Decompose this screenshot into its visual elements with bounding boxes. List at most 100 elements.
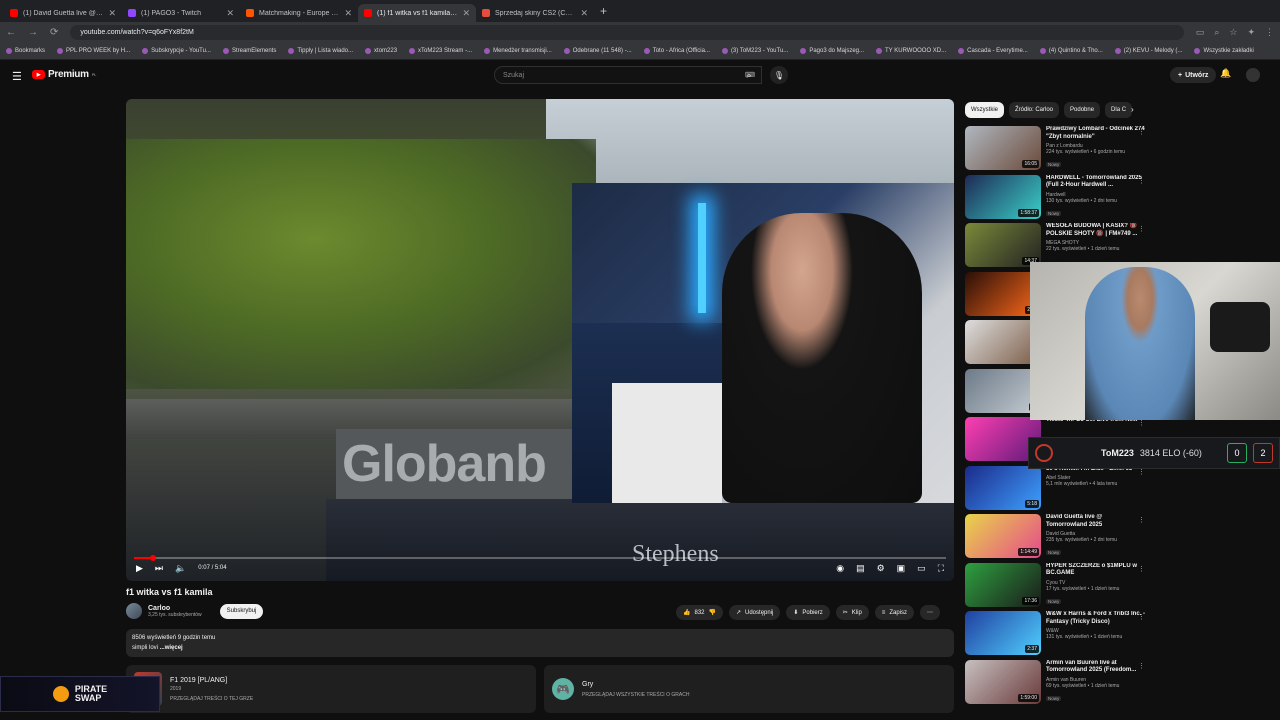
reco-title[interactable]: W&W x Harris & Ford x Tribl3 Inc. - Fant… bbox=[1046, 611, 1145, 626]
tab-close-icon[interactable]: ✕ bbox=[226, 8, 234, 19]
gaming-card[interactable]: 🎮 Gry PRZEGLĄDAJ WSZYSTKIE TREŚCI O GRAC… bbox=[544, 665, 954, 713]
bookmark-item[interactable]: PPL PRO WEEK by H... bbox=[57, 48, 130, 54]
cast-icon[interactable]: ▭ bbox=[1196, 27, 1205, 38]
bookmark-item[interactable]: StreamElements bbox=[222, 48, 276, 54]
bookmark-item[interactable]: xToM223 Stream -... bbox=[409, 48, 472, 54]
play-icon[interactable]: ▶ bbox=[136, 563, 143, 574]
reco-thumbnail[interactable]: 2:37 bbox=[965, 611, 1041, 655]
reco-title[interactable]: Armin van Buuren live at Tomorrowland 20… bbox=[1046, 660, 1145, 675]
bookmark-item[interactable]: Menedżer transmisji... bbox=[484, 48, 552, 54]
reco-item[interactable]: 5:18 80's Remix: I'm Blue - Eiffel 65Abel… bbox=[965, 465, 1145, 515]
reco-item[interactable]: 16:05 Prawdziwy Lombard - Odcinek 274 "Zb… bbox=[965, 126, 1145, 175]
reco-title[interactable]: WESOŁA BUDOWA | KASIX? 🔞 POLSKIE SHOTY 🔞… bbox=[1046, 223, 1145, 238]
notifications-icon[interactable]: 🔔 bbox=[1220, 68, 1231, 79]
theater-icon[interactable]: ▭ bbox=[917, 563, 926, 574]
bookmark-item[interactable]: Odebrane (11 548) -... bbox=[563, 48, 632, 54]
fullscreen-icon[interactable]: ⛶ bbox=[938, 563, 944, 574]
mic-button[interactable]: 🎙 bbox=[770, 66, 788, 84]
more-button[interactable]: ⋯ bbox=[919, 605, 940, 620]
filter-chip[interactable]: Podobne bbox=[1064, 102, 1101, 118]
forward-icon[interactable]: → bbox=[28, 27, 38, 38]
channel-name[interactable]: Carloo bbox=[148, 605, 202, 612]
bookmark-item[interactable]: (3) ToM223 - YouTu... bbox=[721, 48, 788, 54]
url-field[interactable]: youtube.com/watch?v=q6oFYx8f2tM bbox=[70, 25, 1184, 40]
reco-menu-icon[interactable]: ⋮ bbox=[1138, 516, 1145, 524]
bookmark-item[interactable]: Pago3 do Majszeg... bbox=[800, 48, 864, 54]
browser-tab[interactable]: Sprzedaj skiny CS2 (CSGO) | N ✕ bbox=[476, 4, 594, 22]
miniplayer-icon[interactable]: ▣ bbox=[897, 563, 906, 574]
bookmark-item[interactable]: (2) KEVU - Melody (... bbox=[1114, 48, 1182, 54]
reco-menu-icon[interactable]: ⋮ bbox=[1138, 177, 1145, 185]
bookmark-item[interactable]: Toto - Africa (Officia... bbox=[643, 48, 710, 54]
next-icon[interactable]: ⏭ bbox=[155, 563, 163, 574]
download-button[interactable]: ⬇ Pobierz bbox=[786, 605, 830, 620]
chevron-right-icon[interactable]: › bbox=[1131, 105, 1134, 114]
bookmark-item[interactable]: TY KURWOOOO XD... bbox=[876, 48, 946, 54]
subscribe-button[interactable]: Subskrybuj bbox=[219, 603, 264, 619]
bookmark-item[interactable]: Tipply | Lista wiado... bbox=[288, 48, 353, 54]
dislike-icon[interactable]: 👎 bbox=[709, 609, 716, 616]
reco-menu-icon[interactable]: ⋮ bbox=[1138, 662, 1145, 670]
save-button[interactable]: ≡ Zapisz bbox=[874, 605, 914, 620]
reco-item[interactable]: 17:36 HYPER SZCZERZE o $1MPLU w BC.GAME Cy… bbox=[965, 562, 1145, 612]
yt-logo[interactable]: ▶ Premium PL bbox=[32, 69, 96, 80]
menu-icon[interactable]: ⋮ bbox=[1265, 27, 1274, 38]
description-more[interactable]: ...więcej bbox=[160, 645, 183, 651]
description-box[interactable]: 8506 wyświetleń 9 godzin temu simpli lov… bbox=[126, 629, 954, 657]
reco-item[interactable]: 1:58:37 HARDWELL - Tomorrowland 2025 (Ful… bbox=[965, 174, 1145, 224]
tab-close-icon[interactable]: ✕ bbox=[462, 8, 470, 19]
star-icon[interactable]: ☆ bbox=[1229, 27, 1237, 38]
bookmark-item[interactable]: Subskrypcje - YouTu... bbox=[142, 48, 211, 54]
bookmark-item[interactable]: xtom223 bbox=[365, 48, 397, 54]
reco-thumbnail[interactable]: 14:37 bbox=[965, 223, 1041, 267]
volume-icon[interactable]: 🔈 bbox=[175, 563, 186, 574]
search-button[interactable]: ⌕ bbox=[736, 66, 762, 84]
hamburger-icon[interactable]: ☰ bbox=[12, 70, 22, 83]
filter-chip[interactable]: Dla C bbox=[1105, 102, 1133, 118]
reco-thumbnail[interactable]: 16:05 bbox=[965, 126, 1041, 170]
back-icon[interactable]: ← bbox=[6, 27, 16, 38]
new-tab-icon[interactable]: + bbox=[600, 4, 607, 18]
reco-menu-icon[interactable]: ⋮ bbox=[1138, 565, 1145, 573]
channel-avatar[interactable] bbox=[126, 603, 142, 619]
reload-icon[interactable]: ⟳ bbox=[50, 27, 58, 38]
extensions-icon[interactable]: ✦ bbox=[1247, 27, 1255, 38]
bookmark-item[interactable]: (4) Quintino & Tho... bbox=[1039, 48, 1103, 54]
filter-chip[interactable]: Źródło: Carloo bbox=[1009, 102, 1060, 118]
reco-menu-icon[interactable]: ⋮ bbox=[1138, 128, 1145, 136]
reco-title[interactable]: Prawdziwy Lombard - Odcinek 274 "Zbyt no… bbox=[1046, 126, 1145, 141]
bookmark-item[interactable]: Bookmarks bbox=[6, 48, 45, 54]
like-button[interactable]: 👍 832 👎 bbox=[676, 605, 723, 620]
search-input[interactable]: Szukaj ⌨ bbox=[494, 66, 762, 84]
reco-thumbnail[interactable]: 1:14:49 bbox=[965, 514, 1041, 558]
tab-close-icon[interactable]: ✕ bbox=[108, 8, 116, 19]
browser-tab[interactable]: Matchmaking - Europe 5v5 Qu ✕ bbox=[240, 4, 358, 22]
reco-menu-icon[interactable]: ⋮ bbox=[1138, 613, 1145, 621]
autoplay-icon[interactable]: ◉ bbox=[836, 563, 844, 574]
reco-title[interactable]: David Guetta live @ Tomorrowland 2025 bbox=[1046, 514, 1145, 529]
filter-chip[interactable]: Wszystkie bbox=[965, 102, 1004, 118]
reco-thumbnail[interactable]: 1:58:37 bbox=[965, 174, 1041, 219]
video-player[interactable]: Globanb Stephens ▶ ⏭ 🔈 0:07 / 5:04 ◉ ▤ ⚙… bbox=[126, 99, 954, 581]
settings-icon[interactable]: ⚙ bbox=[877, 563, 885, 574]
reco-menu-icon[interactable]: ⋮ bbox=[1138, 225, 1145, 233]
bookmark-item[interactable]: Wszystkie zakładki bbox=[1194, 48, 1254, 54]
reco-item[interactable]: 2:37 W&W x Harris & Ford x Tribl3 Inc. - … bbox=[965, 611, 1145, 660]
browser-tab[interactable]: (1) PAGO3 - Twitch ✕ bbox=[122, 4, 240, 22]
bookmark-item[interactable]: Cascada - Everytime... bbox=[958, 48, 1028, 54]
reco-menu-icon[interactable]: ⋮ bbox=[1138, 419, 1145, 427]
browser-tab[interactable]: (1) David Guetta live @ To ✕ bbox=[4, 4, 122, 22]
create-button[interactable]: + Utwórz bbox=[1170, 67, 1217, 83]
reco-thumbnail[interactable]: 1:59:00 bbox=[965, 659, 1041, 704]
tab-close-icon[interactable]: ✕ bbox=[580, 8, 588, 19]
clip-button[interactable]: ✂ Klip bbox=[835, 605, 869, 620]
game-link[interactable]: PRZEGLĄDAJ TREŚCI O TEJ GRZE bbox=[170, 696, 253, 702]
zoom-icon[interactable]: ⌕ bbox=[1214, 27, 1219, 38]
reco-thumbnail[interactable]: 5:18 bbox=[965, 465, 1041, 510]
reco-thumbnail[interactable]: 17:36 bbox=[965, 562, 1041, 607]
reco-item[interactable]: 1:59:00 Armin van Buuren live at Tomorrow… bbox=[965, 659, 1145, 709]
reco-title[interactable]: HARDWELL - Tomorrowland 2025 (Full 2-Hou… bbox=[1046, 175, 1145, 190]
tab-close-icon[interactable]: ✕ bbox=[344, 8, 352, 19]
subtitles-icon[interactable]: ▤ bbox=[856, 563, 865, 574]
reco-title[interactable]: HYPER SZCZERZE o $1MPLU w BC.GAME bbox=[1046, 563, 1145, 578]
